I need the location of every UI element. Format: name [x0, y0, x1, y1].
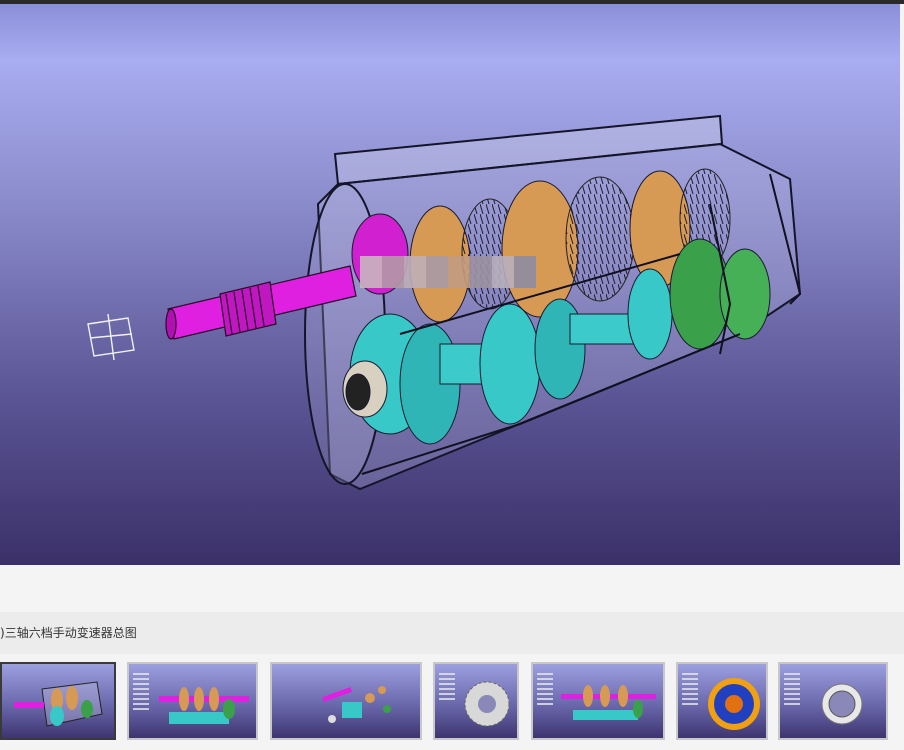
thumbnail-image [322, 686, 391, 723]
thumbnail-image [708, 678, 760, 730]
thumbnail-strip [0, 660, 904, 750]
thumbnail-assembly-view[interactable] [0, 662, 116, 740]
thumbnail-image [561, 685, 656, 720]
transmission-assembly-render [87, 114, 802, 491]
thumbnail-synchronizer-ring-view[interactable] [676, 662, 768, 740]
thumbnail-image [14, 681, 103, 727]
main-image-viewer[interactable] [0, 4, 900, 565]
thumbnail-shaft-assembly-view[interactable] [531, 662, 665, 740]
thumbnail-gear-view[interactable] [433, 662, 519, 740]
pixelated-region [360, 256, 536, 288]
thumbnail-assembly-tree-view[interactable] [127, 662, 258, 740]
thumbnail-exploded-view[interactable] [270, 662, 422, 740]
thumbnail-bearing-view[interactable] [778, 662, 888, 740]
thumbnail-image [464, 681, 510, 727]
thumbnail-image [821, 683, 863, 725]
axis-compass [87, 313, 135, 361]
caption-text: 三轴六档手动变速器总图 [4, 626, 137, 640]
thumbnail-image [159, 687, 249, 724]
image-caption: )三轴六档手动变速器总图 [0, 624, 137, 641]
